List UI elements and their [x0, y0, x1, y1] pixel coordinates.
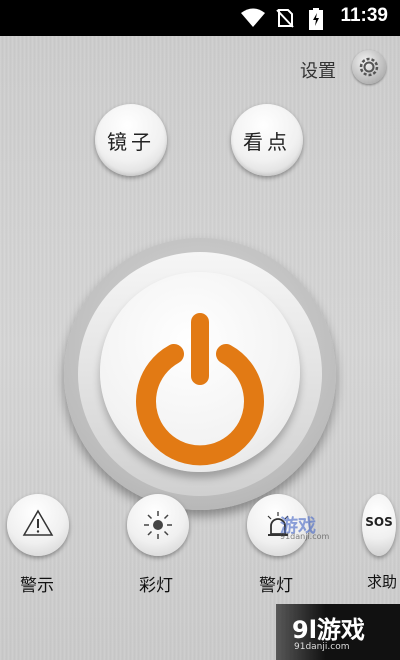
sos-label: 求助 — [367, 573, 398, 591]
no-sim-icon — [276, 9, 294, 28]
power-button[interactable] — [100, 272, 300, 472]
gear-icon — [359, 57, 379, 77]
power-ring — [78, 252, 322, 496]
battery-charging-icon — [309, 8, 323, 30]
sos-button[interactable]: SOS — [362, 494, 396, 556]
alarm-light-label: 警灯 — [259, 576, 293, 596]
watermark-small: 游戏 91danji.com — [262, 514, 342, 544]
color-light-button[interactable] — [127, 494, 189, 556]
sos-icon: SOS — [365, 515, 393, 529]
settings-button[interactable] — [352, 50, 386, 84]
sun-icon — [144, 511, 172, 539]
status-bar: 11:39 — [0, 0, 400, 36]
mirror-button[interactable]: 镜子 — [95, 104, 167, 176]
watermark-url-small: 91danji.com — [280, 532, 330, 541]
warning-triangle-icon — [22, 509, 54, 536]
power-icon — [136, 313, 264, 466]
power-button-bezel — [64, 238, 336, 510]
status-time: 11:39 — [340, 5, 388, 26]
watermark-logo: 9l游戏 — [292, 616, 365, 644]
warning-label: 警示 — [20, 576, 54, 596]
settings-label[interactable]: 设置 — [300, 57, 336, 83]
watermark-url: 91danji.com — [294, 642, 350, 652]
view-button[interactable]: 看点 — [231, 104, 303, 176]
watermark-bar: 9l游戏 91danji.com — [276, 604, 400, 660]
color-light-label: 彩灯 — [139, 576, 173, 596]
warning-button[interactable] — [7, 494, 69, 556]
wifi-icon — [241, 8, 265, 27]
